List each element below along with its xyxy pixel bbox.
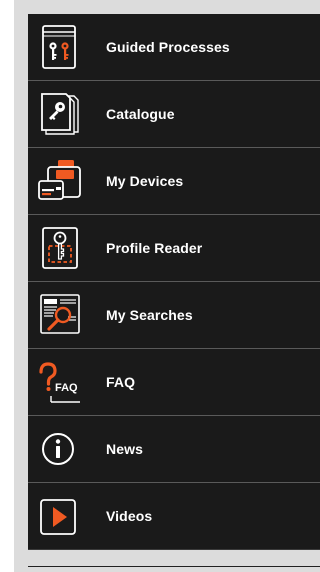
menu-item-label: Catalogue bbox=[106, 106, 175, 122]
menu-item-label: Profile Reader bbox=[106, 240, 203, 256]
menu-item-label: Videos bbox=[106, 508, 153, 524]
menu-item-label: My Devices bbox=[106, 173, 184, 189]
menu-item-news[interactable]: News bbox=[28, 416, 320, 483]
catalogue-key-icon bbox=[28, 81, 92, 148]
menu-item-faq[interactable]: FAQ FAQ bbox=[28, 349, 320, 416]
menu-item-label: News bbox=[106, 441, 143, 457]
menu-item-label: FAQ bbox=[106, 374, 136, 390]
menu-item-guided-processes[interactable]: Guided Processes bbox=[28, 14, 320, 81]
menu-item-my-searches[interactable]: My Searches bbox=[28, 282, 320, 349]
play-icon bbox=[28, 483, 92, 550]
bottom-divider bbox=[28, 566, 320, 567]
faq-question-icon: FAQ bbox=[28, 349, 92, 416]
main-menu: Guided Processes Catalogue My Devices Pr… bbox=[28, 14, 320, 550]
menu-item-videos[interactable]: Videos bbox=[28, 483, 320, 550]
menu-item-my-devices[interactable]: My Devices bbox=[28, 148, 320, 215]
menu-item-label: My Searches bbox=[106, 307, 193, 323]
search-document-magnifier-icon bbox=[28, 282, 92, 349]
faq-icon-text: FAQ bbox=[55, 382, 78, 394]
guided-processes-book-keys-icon bbox=[28, 14, 92, 81]
menu-item-catalogue[interactable]: Catalogue bbox=[28, 81, 320, 148]
menu-item-label: Guided Processes bbox=[106, 39, 230, 55]
devices-cards-icon bbox=[28, 148, 92, 215]
profile-reader-key-icon bbox=[28, 215, 92, 282]
info-icon bbox=[28, 416, 92, 483]
menu-item-profile-reader[interactable]: Profile Reader bbox=[28, 215, 320, 282]
